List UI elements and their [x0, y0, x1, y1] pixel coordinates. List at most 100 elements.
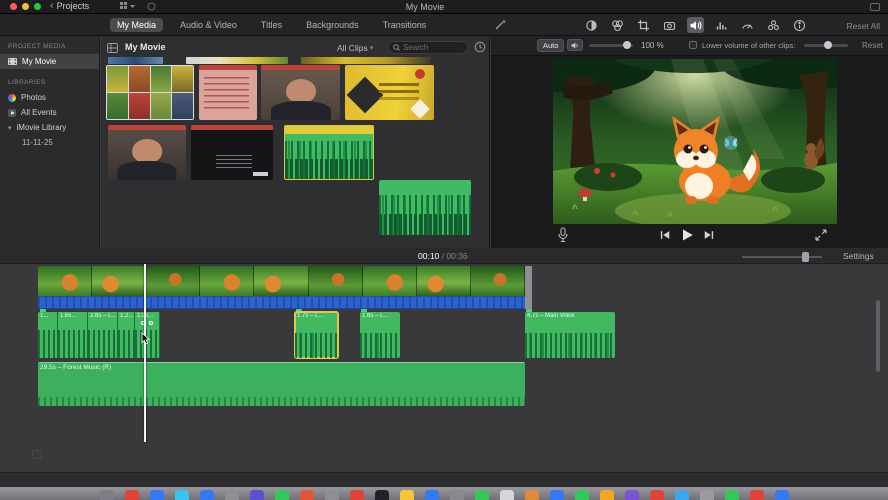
sidebar-item-imovie-library[interactable]: ▾ iMovie Library [0, 120, 99, 135]
auto-volume-button[interactable]: Auto [537, 39, 564, 52]
dock-app-icon[interactable] [150, 490, 164, 500]
sidebar-item-my-movie[interactable]: My Movie [0, 54, 99, 69]
dock-app-icon[interactable] [375, 490, 389, 500]
filmstrip-frame[interactable] [417, 266, 471, 296]
audio-clip[interactable]: 1.6s – L... [360, 312, 400, 358]
music-clip[interactable]: 29.5s – Forest Music (R) [38, 362, 525, 406]
all-clips-filter[interactable]: All Clips ▾ [337, 43, 373, 53]
info-icon[interactable] [791, 17, 808, 33]
noise-reduction-icon[interactable] [713, 17, 730, 33]
dock-app-icon[interactable] [650, 490, 664, 500]
clock-icon[interactable] [474, 41, 486, 53]
media-thumbnail-webcam-2[interactable] [108, 125, 186, 180]
audio-clip-segment[interactable]: 1.2... [118, 312, 135, 358]
volume-slider[interactable] [589, 44, 633, 47]
media-view-icon[interactable] [107, 43, 118, 53]
filmstrip-frame[interactable] [471, 266, 525, 296]
color-correction-icon[interactable] [609, 17, 626, 33]
media-thumbnail-audio-marked[interactable] [284, 125, 374, 180]
toolbar-extra-icon[interactable] [147, 2, 156, 11]
dock-app-icon[interactable] [350, 490, 364, 500]
sidebar-item-photos[interactable]: Photos [0, 90, 99, 105]
dock-app-icon[interactable] [700, 490, 714, 500]
stabilization-icon[interactable] [661, 17, 678, 33]
video-preview[interactable] [553, 59, 837, 224]
volume-slider-knob[interactable] [623, 41, 631, 49]
thumbnail-strip[interactable] [186, 57, 288, 64]
disclosure-triangle-icon[interactable]: ▾ [8, 124, 12, 132]
next-frame-button[interactable] [703, 229, 715, 241]
minimize-window-button[interactable] [22, 3, 29, 10]
timeline-settings-button[interactable]: Settings [843, 251, 874, 261]
effects-icon[interactable] [765, 17, 782, 33]
timeline-zoom-slider[interactable] [742, 256, 822, 258]
audio-clip-segment[interactable]: 2.6s – L... [88, 312, 118, 358]
audio-clip-selected[interactable]: 1.7s – L... [295, 312, 338, 358]
media-thumbnail-terminal[interactable] [191, 125, 273, 180]
lower-volume-slider[interactable] [804, 44, 848, 47]
dock-app-icon[interactable] [175, 490, 189, 500]
media-thumbnail-slide[interactable] [345, 65, 434, 120]
dock-app-icon[interactable] [525, 490, 539, 500]
dock-app-icon[interactable] [600, 490, 614, 500]
thumbnail-strip[interactable] [108, 57, 163, 64]
fullscreen-icon[interactable] [814, 228, 828, 242]
reset-volume-button[interactable]: Reset [862, 41, 883, 50]
dock-app-icon[interactable] [400, 490, 414, 500]
filmstrip-frame[interactable] [92, 266, 146, 296]
color-balance-icon[interactable] [583, 17, 600, 33]
dock-app-icon[interactable] [100, 490, 114, 500]
playhead[interactable] [144, 264, 146, 442]
dock-app-icon[interactable] [500, 490, 514, 500]
dock-app-icon[interactable] [725, 490, 739, 500]
media-thumbnail-webcam-1[interactable] [261, 65, 340, 120]
audio-clip-main-voice[interactable]: 4.7s – Main Voice [525, 312, 615, 358]
dock-app-icon[interactable] [200, 490, 214, 500]
lower-volume-knob[interactable] [824, 41, 832, 49]
filmstrip-frame[interactable] [38, 266, 92, 296]
audio-clip-segment[interactable]: 1.6s... [58, 312, 88, 358]
filmstrip-frame[interactable] [309, 266, 363, 296]
filmstrip-frame[interactable] [363, 266, 417, 296]
dock-app-icon[interactable] [775, 490, 789, 500]
lower-volume-checkbox[interactable] [689, 41, 697, 49]
media-thumbnail-document[interactable] [199, 65, 257, 120]
dock-app-icon[interactable] [750, 490, 764, 500]
media-thumbnail-audio-1[interactable] [379, 180, 471, 235]
zoom-window-button[interactable] [34, 3, 41, 10]
search-field[interactable] [388, 41, 468, 54]
back-to-projects-button[interactable]: ‹ Projects [50, 1, 89, 11]
audio-clip-segment[interactable]: 1... [38, 312, 58, 358]
tab-my-media[interactable]: My Media [110, 18, 163, 32]
window-resize-icon[interactable] [870, 3, 880, 11]
close-window-button[interactable] [10, 3, 17, 10]
dock-app-icon[interactable] [425, 490, 439, 500]
crop-icon[interactable] [635, 17, 652, 33]
volume-icon[interactable] [687, 17, 704, 33]
attached-audio-bar[interactable] [38, 296, 525, 309]
dock-app-icon[interactable] [475, 490, 489, 500]
dock-app-icon[interactable] [225, 490, 239, 500]
dock-app-icon[interactable] [300, 490, 314, 500]
dock-app-icon[interactable] [675, 490, 689, 500]
timeline-scrollbar[interactable] [876, 300, 880, 372]
tab-audio-video[interactable]: Audio & Video [173, 18, 244, 32]
tab-transitions[interactable]: Transitions [376, 18, 434, 32]
play-button[interactable] [680, 228, 694, 242]
tab-titles[interactable]: Titles [254, 18, 289, 32]
enhance-wand-icon[interactable] [494, 18, 507, 31]
search-input[interactable] [403, 43, 461, 52]
timeline-zoom-knob[interactable] [802, 252, 809, 262]
speed-icon[interactable] [739, 17, 756, 33]
dock-app-icon[interactable] [125, 490, 139, 500]
thumbnail-strip[interactable] [301, 57, 431, 64]
dock-app-icon[interactable] [550, 490, 564, 500]
dock-app-icon[interactable] [625, 490, 639, 500]
filmstrip-frame[interactable] [200, 266, 254, 296]
dock-app-icon[interactable] [250, 490, 264, 500]
filmstrip-frame[interactable] [254, 266, 308, 296]
tab-backgrounds[interactable]: Backgrounds [299, 18, 366, 32]
dock-app-icon[interactable] [275, 490, 289, 500]
dock-app-icon[interactable] [575, 490, 589, 500]
previous-frame-button[interactable] [659, 229, 671, 241]
